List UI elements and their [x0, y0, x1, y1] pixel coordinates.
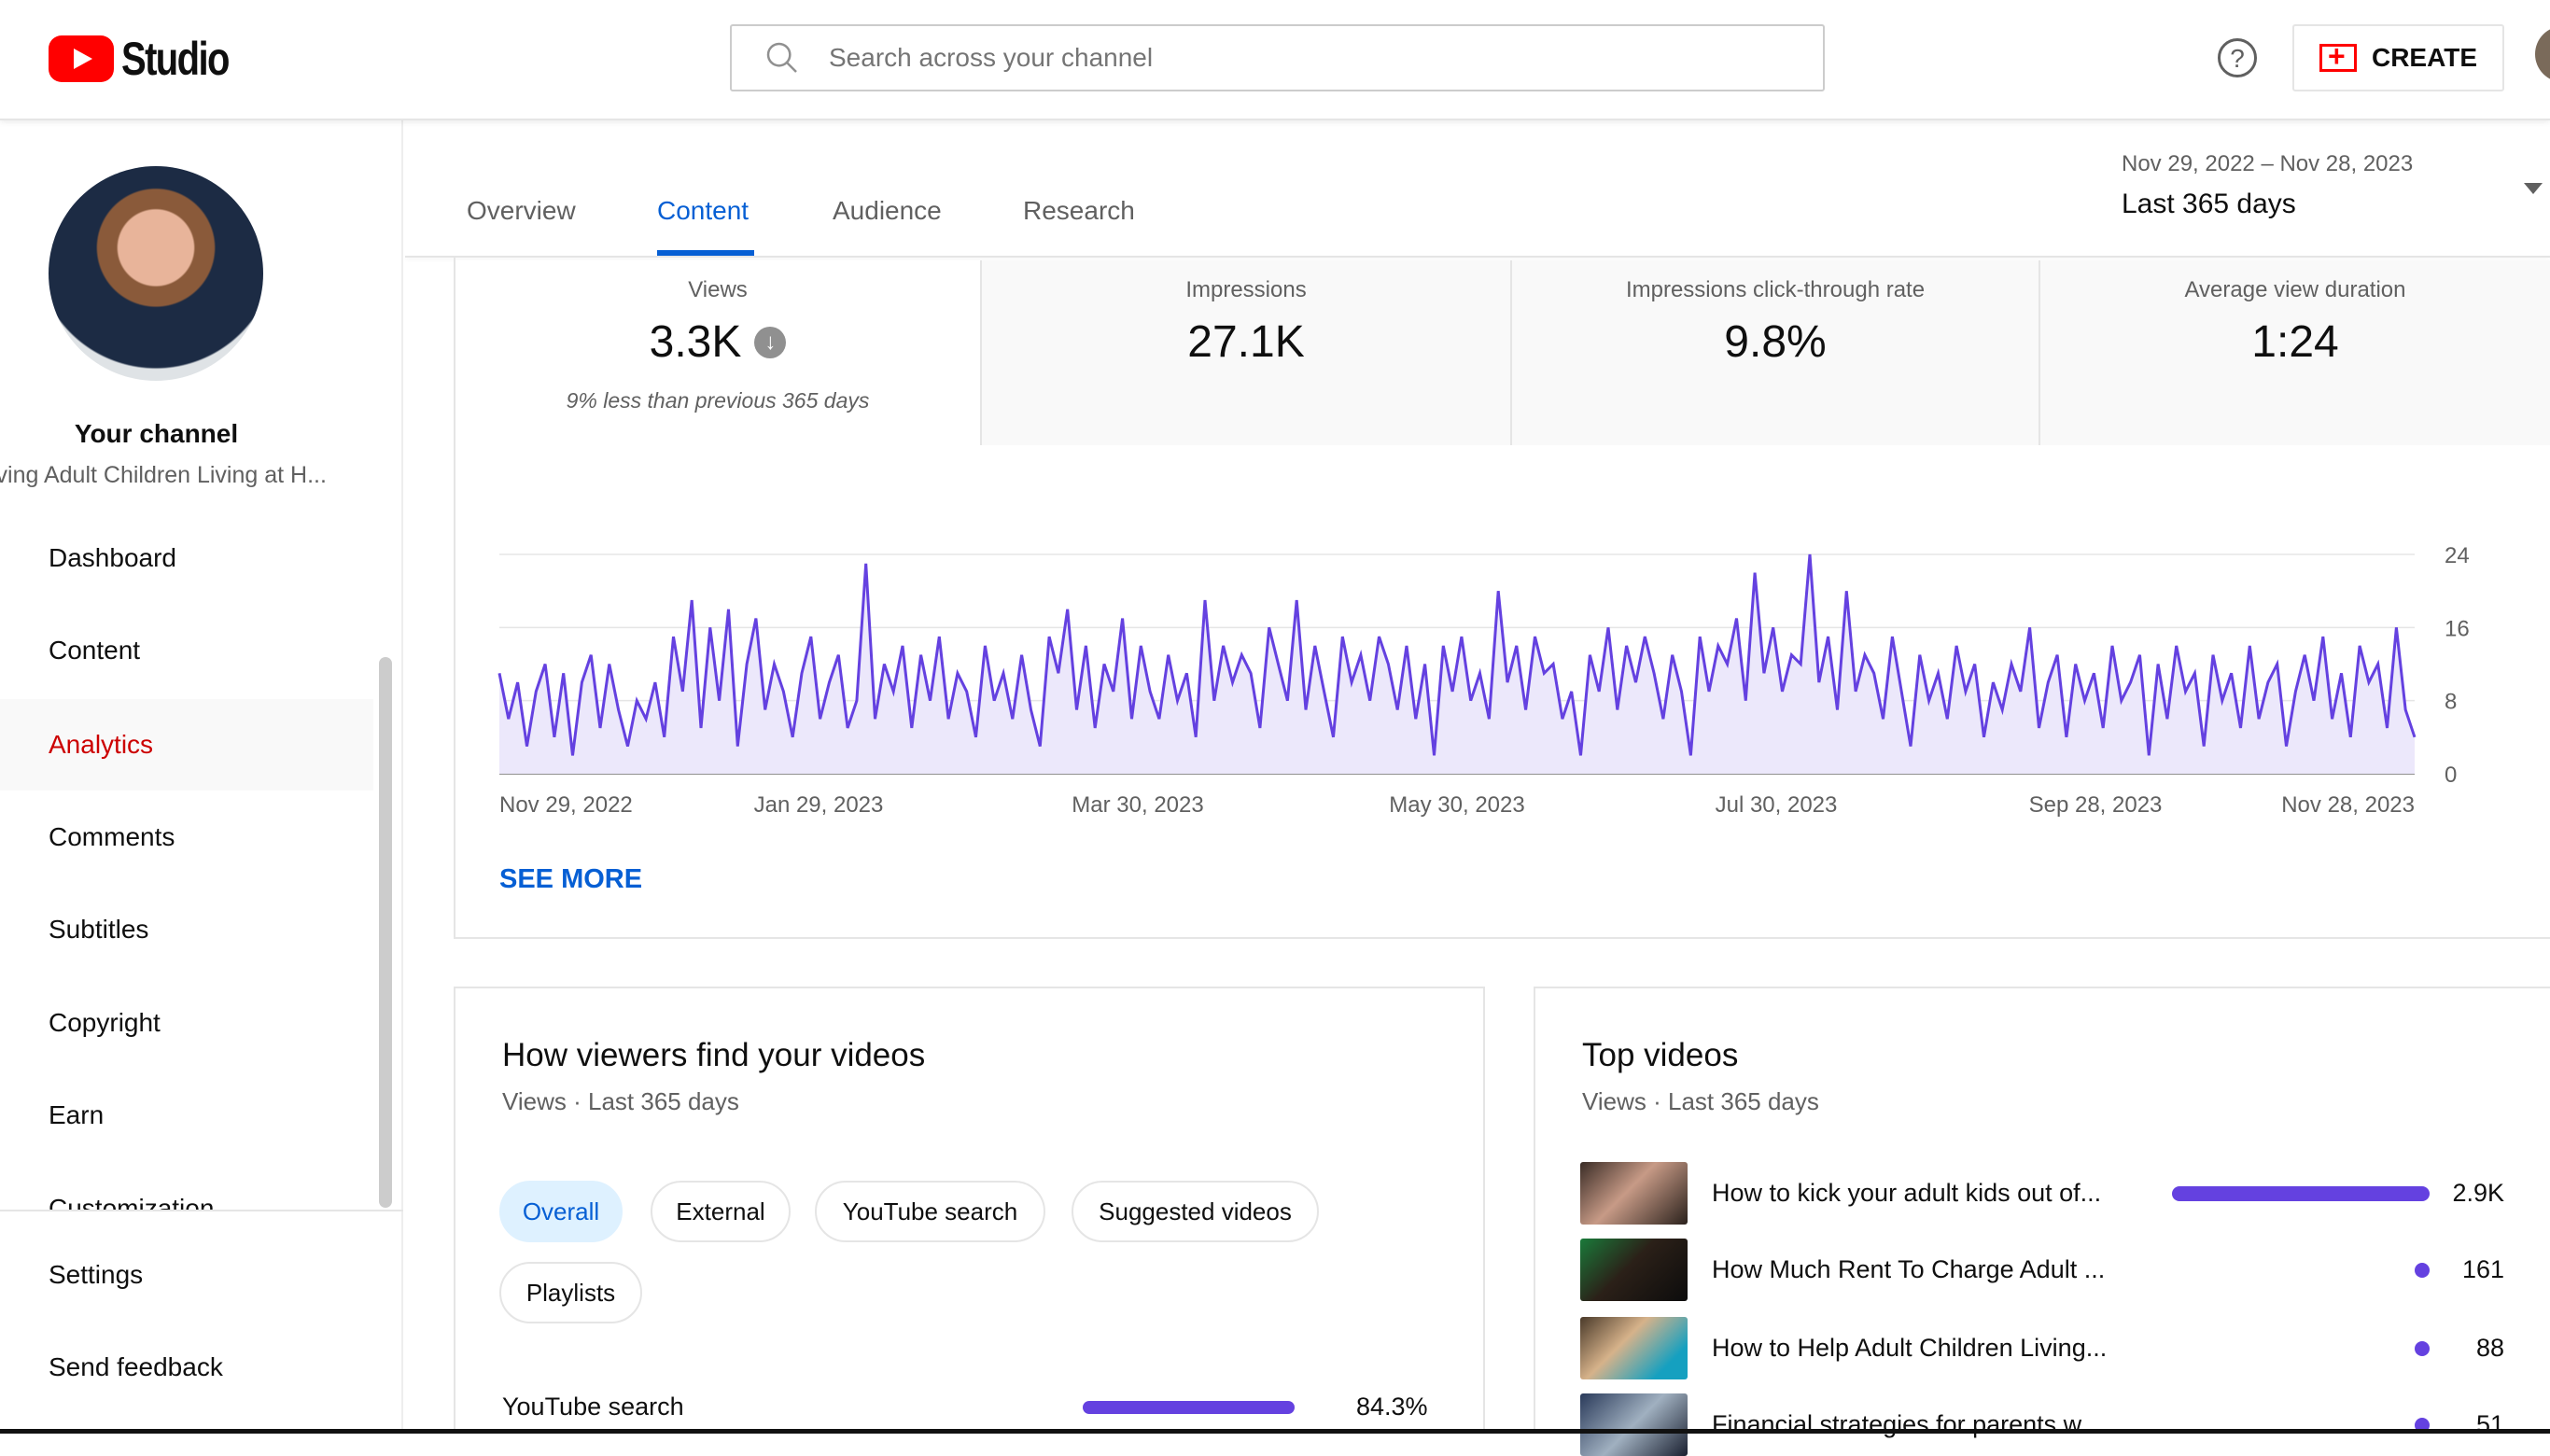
sidebar-divider — [0, 1210, 403, 1211]
top-video-row[interactable] — [1580, 1239, 1688, 1301]
video-thumbnail[interactable] — [1580, 1317, 1688, 1379]
x-tick-label: Nov 28, 2023 — [2281, 792, 2415, 818]
sidebar-item-dashboard[interactable]: Dashboard — [0, 512, 373, 604]
video-views-bar — [2415, 1341, 2430, 1356]
sidebar-clip: Customization — [0, 1194, 373, 1210]
chip-youtube-search[interactable]: YouTube search — [815, 1181, 1045, 1242]
metric-ctr[interactable]: Impressions click-through rate 9.8% — [1510, 260, 2039, 445]
tab-audience[interactable]: Audience — [833, 196, 942, 226]
x-tick-label: Sep 28, 2023 — [2029, 792, 2163, 818]
video-views: 88 — [2475, 1334, 2504, 1362]
chip-overall[interactable]: Overall — [499, 1181, 623, 1242]
video-views-bar — [2172, 1186, 2430, 1201]
video-title[interactable]: How to Help Adult Children Living... — [1712, 1334, 2107, 1363]
window-bottom-edge — [0, 1429, 2550, 1434]
sidebar-item-subtitles[interactable]: Subtitles — [0, 884, 373, 975]
sidebar: Your channel iving Adult Children Living… — [0, 120, 403, 1434]
views-chart[interactable]: 0 8 16 24 Nov 29, 2022 Jan 29, 2023 Mar 30, 20… — [454, 523, 2550, 831]
chip-suggested-videos[interactable]: Suggested videos — [1072, 1181, 1319, 1242]
y-tick-label: 24 — [2445, 543, 2470, 568]
y-tick-label: 16 — [2445, 616, 2470, 641]
sidebar-item-analytics[interactable]: Analytics — [0, 699, 373, 791]
card-subtitle: Views · Last 365 days — [1582, 1087, 1819, 1115]
sidebar-item-customization[interactable]: Customization — [0, 1194, 373, 1210]
video-views: 161 — [2461, 1255, 2504, 1283]
date-period-select[interactable]: Last 365 days — [2122, 189, 2296, 220]
youtube-studio-logo[interactable]: Studio — [49, 32, 256, 86]
traffic-row-value: 84.3% — [1356, 1393, 1428, 1421]
help-icon[interactable]: ? — [2218, 38, 2257, 77]
top-video-row[interactable] — [1580, 1393, 1688, 1456]
x-tick-label: Mar 30, 2023 — [1072, 792, 1203, 818]
traffic-row-bar — [1083, 1401, 1295, 1414]
channel-name: iving Adult Children Living at H... — [0, 462, 327, 488]
video-views: 2.9K — [2452, 1179, 2504, 1207]
sidebar-item-content[interactable]: Content — [0, 605, 373, 696]
video-views-bar — [2415, 1263, 2430, 1278]
top-header: Studio ? CREATE — [0, 0, 2550, 120]
sidebar-item-comments[interactable]: Comments — [0, 791, 373, 883]
search-icon — [766, 42, 797, 73]
account-avatar[interactable] — [2535, 26, 2550, 82]
sidebar-item-send-feedback[interactable]: Send feedback — [0, 1322, 373, 1413]
video-views: 51 — [2475, 1410, 2504, 1438]
card-title: Top videos — [1582, 1037, 1739, 1073]
card-title: How viewers find your videos — [502, 1037, 926, 1073]
x-tick-label: Jan 29, 2023 — [754, 792, 884, 818]
card-subtitle: Views · Last 365 days — [502, 1087, 739, 1115]
create-video-icon — [2319, 39, 2357, 74]
x-tick-label: Nov 29, 2022 — [499, 792, 633, 818]
sidebar-item-earn[interactable]: Earn — [0, 1070, 373, 1161]
metric-views[interactable]: Views 3.3K ↓ 9% less than previous 365 da… — [455, 260, 980, 445]
video-thumbnail[interactable] — [1580, 1239, 1688, 1301]
chip-playlists[interactable]: Playlists — [499, 1262, 642, 1323]
sidebar-scrollbar[interactable] — [379, 657, 392, 1208]
video-thumbnail[interactable] — [1580, 1393, 1688, 1456]
video-thumbnail[interactable] — [1580, 1162, 1688, 1225]
sidebar-item-settings[interactable]: Settings — [0, 1229, 373, 1321]
tab-overview[interactable]: Overview — [467, 196, 576, 226]
search-bar[interactable] — [730, 24, 1825, 91]
video-title[interactable]: Financial strategies for parents w... — [1712, 1410, 2101, 1439]
y-tick-label: 8 — [2445, 690, 2457, 715]
chevron-down-icon[interactable] — [2524, 183, 2543, 194]
metric-avg-view-duration[interactable]: Average view duration 1:24 — [2039, 260, 2550, 445]
search-input[interactable] — [829, 43, 1669, 73]
sidebar-item-copyright[interactable]: Copyright — [0, 977, 373, 1069]
arrow-down-icon: ↓ — [754, 326, 787, 358]
tab-research[interactable]: Research — [1023, 196, 1135, 226]
x-tick-label: May 30, 2023 — [1389, 792, 1524, 818]
metric-impressions[interactable]: Impressions 27.1K — [980, 260, 1510, 445]
video-title[interactable]: How Much Rent To Charge Adult ... — [1712, 1255, 2105, 1284]
video-title[interactable]: How to kick your adult kids out of... — [1712, 1179, 2101, 1208]
date-range[interactable]: Nov 29, 2022 – Nov 28, 2023 — [2122, 151, 2413, 177]
chip-external[interactable]: External — [651, 1181, 791, 1242]
traffic-row-label: YouTube search — [502, 1393, 684, 1421]
traffic-row-bar-track — [1083, 1401, 1334, 1414]
x-tick-label: Jul 30, 2023 — [1716, 792, 1838, 818]
channel-avatar[interactable] — [49, 166, 263, 381]
see-more-link[interactable]: SEE MORE — [499, 864, 642, 895]
youtube-play-icon — [49, 35, 114, 82]
tab-content[interactable]: Content — [657, 196, 749, 226]
channel-title: Your channel — [74, 419, 239, 448]
top-video-row[interactable] — [1580, 1317, 1688, 1379]
create-button[interactable]: CREATE — [2292, 24, 2504, 91]
traffic-sources-card: How viewers find your videos Views · Las… — [454, 987, 1485, 1434]
y-tick-label: 0 — [2445, 763, 2457, 788]
top-video-row[interactable] — [1580, 1162, 1688, 1225]
